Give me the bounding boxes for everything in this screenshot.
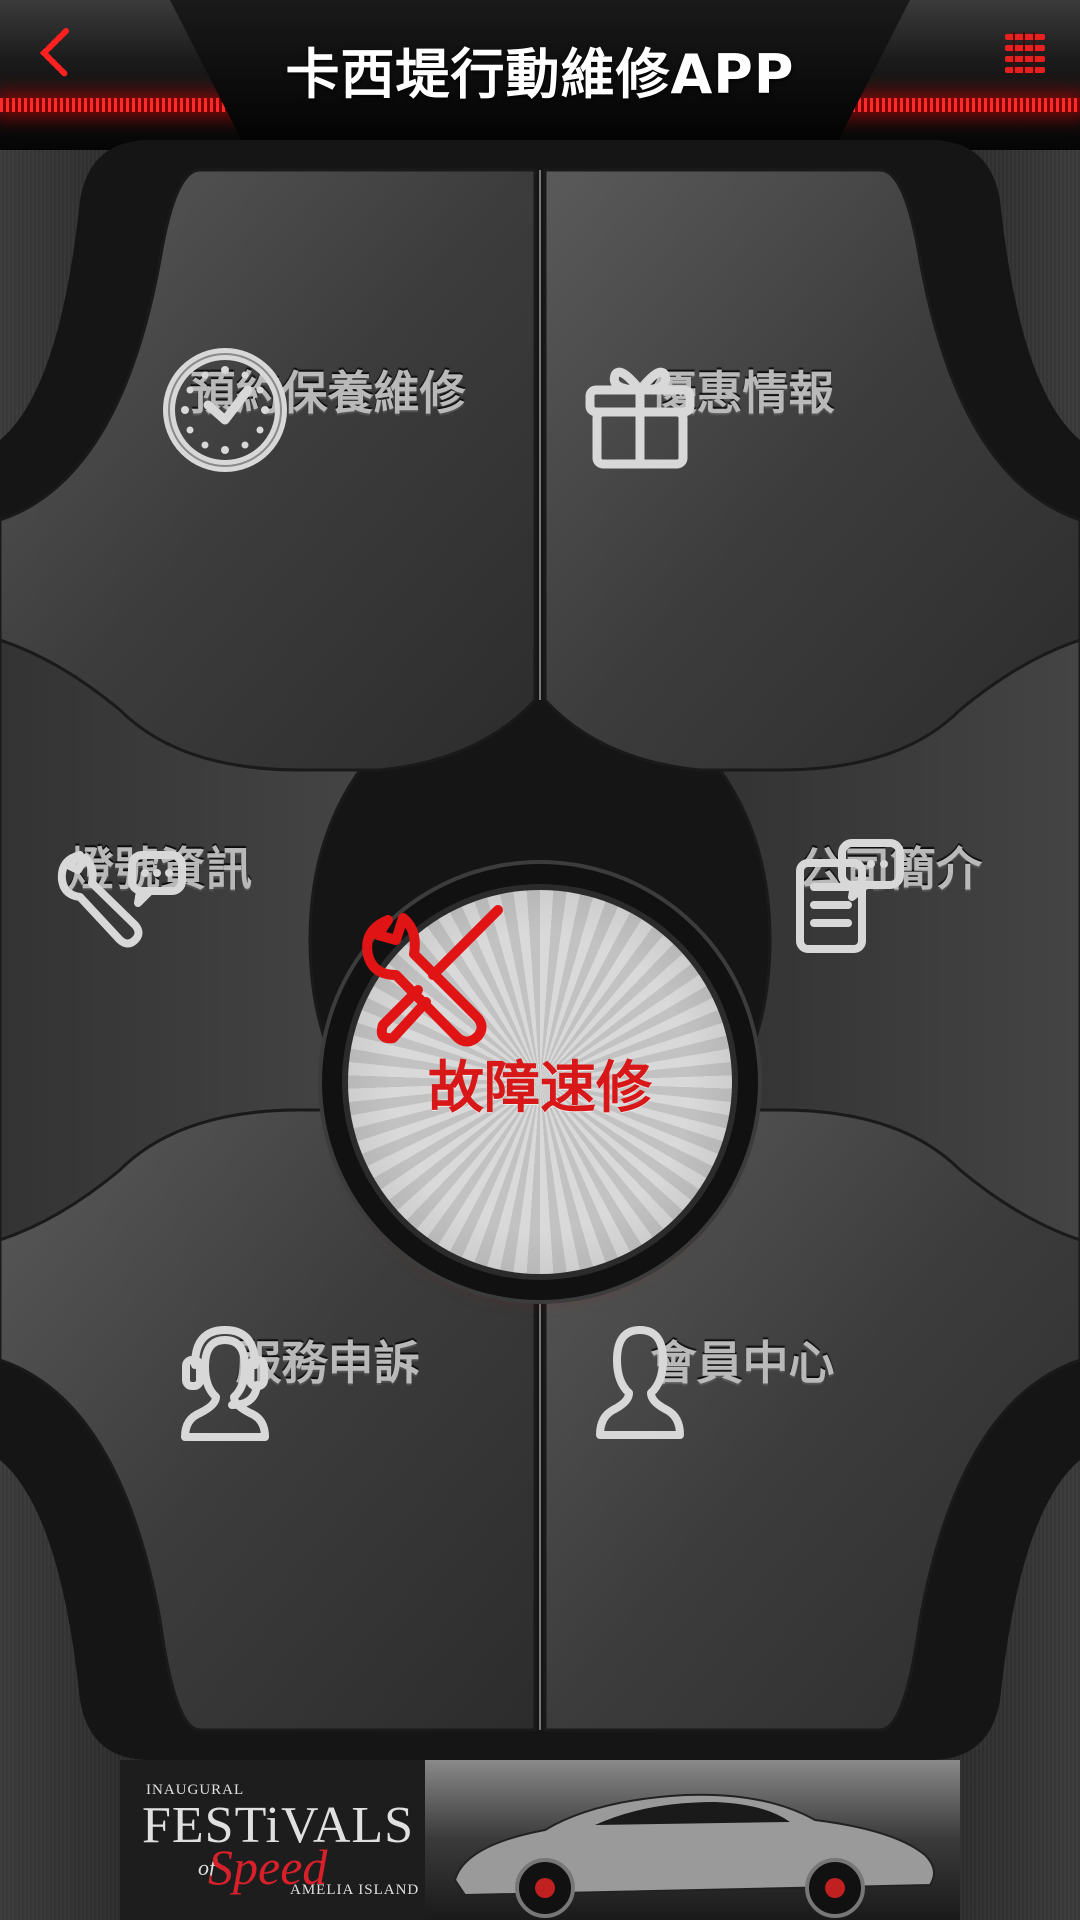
menu-item-booking[interactable]: 預約保養維修 — [150, 335, 505, 472]
ad-banner[interactable]: INAUGURAL FESTiVALS of Speed AMELIA ISLA… — [120, 1760, 960, 1920]
menu-button[interactable] — [990, 18, 1060, 88]
clock-icon — [163, 348, 287, 472]
wrench-chat-icon — [57, 851, 186, 948]
back-button[interactable] — [20, 18, 90, 88]
header-bar: 卡西堤行動維修APP — [0, 0, 1080, 150]
menu-icon — [1005, 32, 1045, 75]
ad-car-image — [425, 1760, 960, 1920]
chevron-left-icon — [39, 28, 69, 78]
menu-item-member-center[interactable]: 會員中心 — [565, 1305, 920, 1439]
tools-icon — [362, 905, 503, 1047]
car-image — [453, 1793, 935, 1918]
menu-item-warning-lights[interactable]: 燈號資訊 — [40, 825, 280, 948]
ad-logo-area: INAUGURAL FESTiVALS of Speed AMELIA ISLA… — [120, 1760, 425, 1920]
gift-icon — [585, 367, 695, 469]
menu-item-complaints[interactable]: 服務申訴 — [150, 1305, 505, 1441]
main-control-plate: 預約保養維修 優惠情報 燈號資訊 公司簡介 服務申訴 會員中心 故障速修 — [0, 140, 1080, 1760]
menu-item-promotions[interactable]: 優惠情報 — [565, 335, 920, 469]
menu-item-company-intro[interactable]: 公司簡介 — [770, 825, 1010, 953]
person-icon — [596, 1326, 684, 1439]
quick-repair-button[interactable]: 故障速修 — [348, 890, 732, 1274]
app-screen: 卡西堤行動維修APP 預約保養維修 優惠情報 燈號資訊 公司簡介 服務申訴 會員… — [0, 0, 1080, 1920]
page-title: 卡西堤行動維修APP — [285, 43, 795, 106]
document-chat-icon — [796, 839, 904, 953]
ad-text-island: AMELIA ISLAND — [290, 1882, 420, 1898]
headset-person-icon — [181, 1326, 269, 1441]
